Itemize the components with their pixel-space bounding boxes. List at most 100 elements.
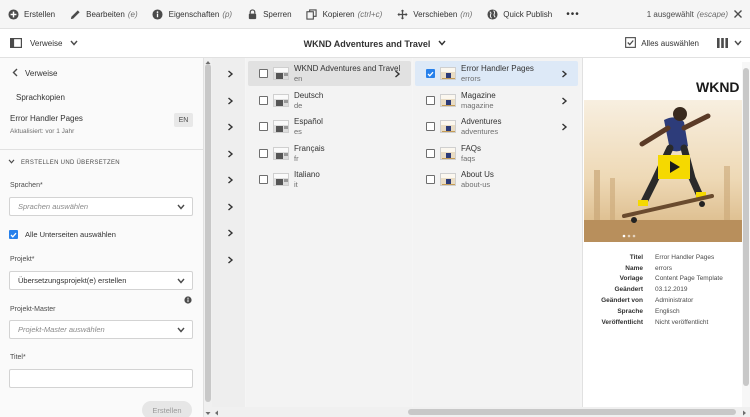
chevron-right-icon[interactable] <box>227 176 235 184</box>
list-item[interactable]: Adventures adventures <box>415 114 578 139</box>
metadata-value: Content Page Template <box>655 275 723 283</box>
master-select[interactable]: Projekt-Master auswählen <box>9 320 193 339</box>
scroll-right-icon[interactable] <box>742 409 748 416</box>
chevron-right-icon[interactable] <box>227 123 235 131</box>
collapsed-column <box>212 58 245 407</box>
preview-scrollbar[interactable] <box>742 62 750 407</box>
preview-scroll-thumb[interactable] <box>743 68 749 386</box>
list-item[interactable]: Français fr <box>248 141 411 166</box>
languages-label: Sprachen* <box>10 182 43 189</box>
move-label: Verschieben <box>413 9 458 19</box>
languages-select[interactable]: Sprachen auswählen <box>9 197 193 216</box>
chevron-right-icon[interactable] <box>227 97 235 105</box>
project-select[interactable]: Übersetzungsprojekt(e) erstellen <box>9 271 193 290</box>
list-item[interactable]: Español es <box>248 114 411 139</box>
row-checkbox[interactable] <box>259 149 268 158</box>
list-item[interactable]: Magazine magazine <box>415 88 578 113</box>
horizontal-scrollbar[interactable] <box>212 407 750 417</box>
row-checkbox[interactable] <box>426 175 435 184</box>
copy-button[interactable]: Kopieren (ctrl+c) <box>299 0 390 29</box>
view-switcher[interactable] <box>717 37 742 50</box>
list-item[interactable]: FAQs faqs <box>415 141 578 166</box>
item-title: About Us <box>461 169 494 179</box>
item-name: errors <box>461 73 481 83</box>
rail-scrollbar[interactable] <box>204 58 212 417</box>
preview-image[interactable]: WKND S <box>584 70 750 242</box>
chevron-right-icon[interactable] <box>227 70 235 78</box>
metadata-value: 03.12.2019 <box>655 286 688 294</box>
select-all-icon <box>625 37 637 50</box>
move-button[interactable]: Verschieben (m) <box>389 0 479 29</box>
page-thumbnail <box>440 173 456 186</box>
chevron-right-icon[interactable] <box>227 203 235 211</box>
properties-button[interactable]: Eigenschaften (p) <box>145 0 239 29</box>
item-title: Error Handler Pages <box>461 63 534 73</box>
selection-count: 1 ausgewählt <box>646 10 694 19</box>
chevron-right-icon[interactable] <box>561 123 568 131</box>
row-checkbox[interactable] <box>426 149 435 158</box>
item-title: Adventures <box>461 116 502 126</box>
chevron-down-icon <box>734 39 742 48</box>
master-label: Projekt-Master <box>10 306 56 313</box>
references-rail: Verweise Sprachkopien Error Handler Page… <box>0 58 204 417</box>
metadata-row: Vorlage Content Page Template <box>583 274 750 285</box>
row-checkbox[interactable] <box>426 96 435 105</box>
chevron-right-icon[interactable] <box>227 256 235 264</box>
lock-button[interactable]: Sperren <box>239 0 298 29</box>
row-checkbox[interactable] <box>426 122 435 131</box>
chevron-right-icon[interactable] <box>227 229 235 237</box>
selection-shortcut: (escape) <box>696 10 728 19</box>
metadata-key: Veröffentlicht <box>601 318 643 326</box>
rail-toggle-label: Verweise <box>30 39 63 48</box>
info-icon[interactable] <box>184 296 192 306</box>
scroll-down-icon[interactable] <box>205 409 211 415</box>
chevron-right-icon[interactable] <box>394 70 401 78</box>
list-item[interactable]: Deutsch de <box>248 88 411 113</box>
close-icon[interactable] <box>732 8 744 20</box>
list-item[interactable]: Italiano it <box>248 167 411 192</box>
list-item[interactable]: Error Handler Pages errors <box>415 61 578 86</box>
create-translation-button[interactable]: Erstellen <box>142 401 192 417</box>
row-checkbox[interactable] <box>259 122 268 131</box>
create-label: Erstellen <box>24 9 56 19</box>
edit-shortcut: (e) <box>127 9 138 19</box>
item-name: adventures <box>461 126 499 136</box>
scroll-left-icon[interactable] <box>214 409 220 416</box>
page-title[interactable]: WKND Adventures and Travel <box>304 39 431 49</box>
more-actions-button[interactable]: ••• <box>559 0 587 29</box>
preview-panel: WKND S Titel Error Handler Pages Name er… <box>582 58 750 407</box>
scroll-up-icon[interactable] <box>205 58 211 64</box>
chevron-down-icon[interactable] <box>438 39 446 48</box>
row-checkbox[interactable] <box>259 175 268 184</box>
row-checkbox[interactable] <box>259 96 268 105</box>
select-all-button[interactable]: Alles auswählen <box>625 37 699 50</box>
horizontal-scroll-thumb[interactable] <box>408 409 736 415</box>
chevron-right-icon[interactable] <box>561 70 568 78</box>
metadata-row: Titel Error Handler Pages <box>583 252 750 263</box>
rail-scroll-thumb[interactable] <box>205 64 211 402</box>
row-checkbox[interactable] <box>259 69 268 78</box>
subpages-checkbox[interactable] <box>9 230 18 239</box>
quick-publish-button[interactable]: Quick Publish <box>479 0 559 29</box>
metadata-value: errors <box>655 264 672 272</box>
metadata-key: Sprache <box>617 307 643 315</box>
list-item[interactable]: About Us about-us <box>415 167 578 192</box>
subpages-checkbox-row[interactable]: Alle Unterseiten auswählen <box>9 230 116 239</box>
item-name: es <box>294 126 302 136</box>
create-button[interactable]: Erstellen <box>0 0 62 29</box>
metadata-row: Name errors <box>583 263 750 274</box>
item-name: about-us <box>461 179 491 189</box>
chevron-right-icon[interactable] <box>227 150 235 158</box>
metadata-key: Vorlage <box>619 275 643 283</box>
section-toggle[interactable]: ERSTELLEN UND ÜBERSETZEN <box>8 159 120 166</box>
back-button[interactable]: Verweise <box>12 68 57 79</box>
row-checkbox[interactable] <box>426 69 435 78</box>
chevron-right-icon[interactable] <box>561 97 568 105</box>
back-label: Verweise <box>25 69 58 78</box>
title-field[interactable] <box>9 369 193 388</box>
edit-button[interactable]: Bearbeiten (e) <box>62 0 144 29</box>
item-title: Magazine <box>461 90 496 100</box>
rail-toggle[interactable]: Verweise <box>10 29 79 58</box>
list-item[interactable]: WKND Adventures and Travel en <box>248 61 411 86</box>
metadata-row: Sprache Englisch <box>583 306 750 317</box>
